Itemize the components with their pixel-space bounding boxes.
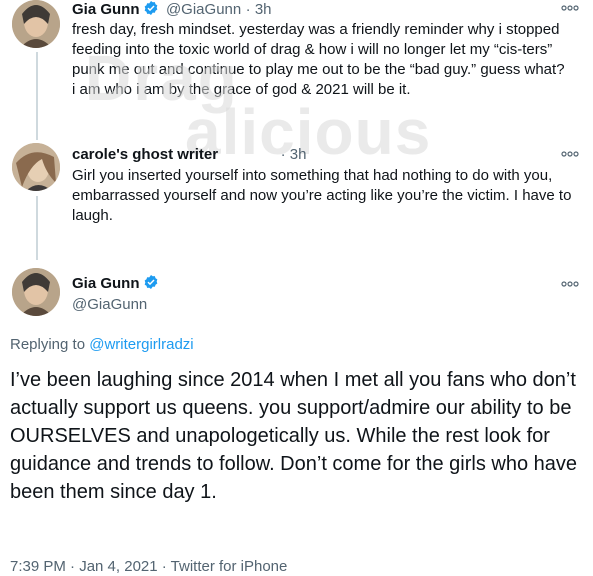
avatar[interactable]	[12, 143, 60, 191]
tweet-time[interactable]: · 3h	[281, 146, 307, 163]
author-handle[interactable]: @GiaGunn	[72, 296, 147, 313]
thread-connector-line	[36, 52, 38, 140]
avatar-image-icon	[12, 143, 60, 191]
author-name[interactable]: Gia Gunn	[72, 1, 140, 18]
more-options-icon[interactable]	[561, 280, 579, 288]
avatar[interactable]	[12, 268, 60, 316]
tweet-text: fresh day, fresh mindset. yesterday was …	[72, 21, 565, 98]
replying-to: Replying to @writergirlradzi	[10, 336, 194, 353]
tweet-time[interactable]: · 3h	[246, 1, 272, 18]
avatar-image-icon	[12, 268, 60, 316]
author-name[interactable]: carole's ghost writer	[72, 146, 218, 163]
replying-to-label: Replying to	[10, 336, 90, 353]
thread-connector-line	[36, 196, 38, 260]
more-options-icon[interactable]	[561, 150, 579, 158]
author-name[interactable]: Gia Gunn	[72, 275, 140, 292]
avatar[interactable]	[12, 0, 60, 48]
tweet-timestamp[interactable]: 7:39 PM · Jan 4, 2021 · Twitter for iPho…	[10, 558, 287, 575]
verified-badge-icon	[143, 274, 159, 290]
replying-to-link[interactable]: @writergirlradzi	[89, 336, 193, 353]
more-options-icon[interactable]	[561, 4, 579, 12]
tweet-text: Girl you inserted yourself into somethin…	[72, 167, 572, 224]
main-tweet-text: I’ve been laughing since 2014 when I met…	[10, 369, 577, 503]
author-handle[interactable]: @GiaGunn	[166, 1, 241, 18]
verified-badge-icon	[143, 0, 159, 16]
avatar-image-icon	[12, 0, 60, 48]
